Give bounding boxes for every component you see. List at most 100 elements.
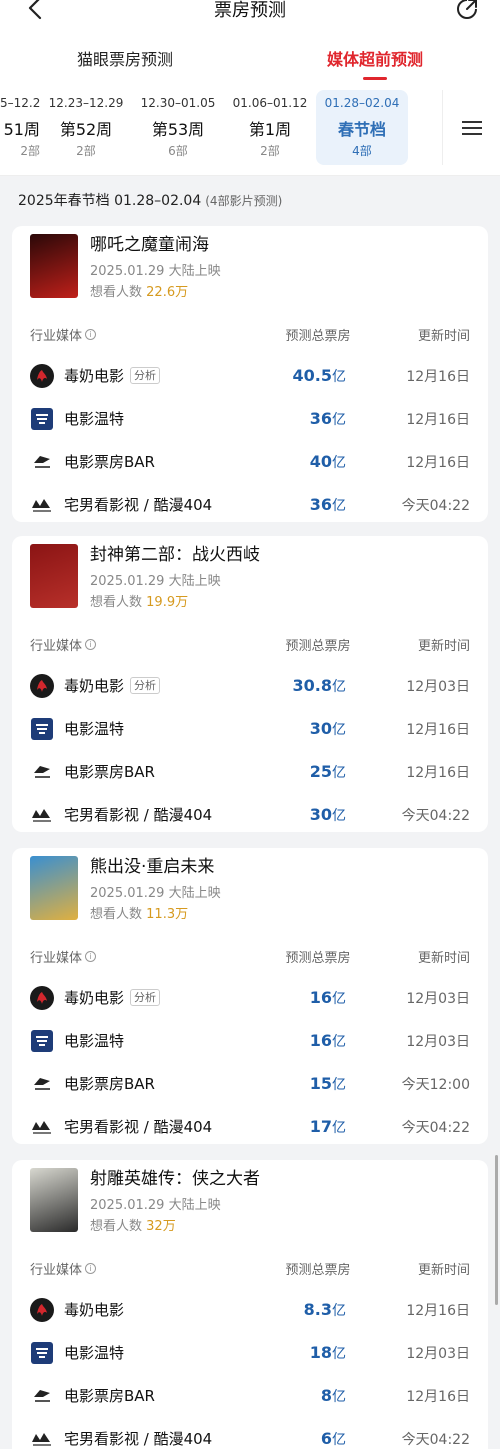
movie-poster[interactable] — [30, 544, 78, 608]
movie-poster[interactable] — [30, 234, 78, 298]
table-row[interactable]: 电影票房BAR 40亿 12月16日 — [30, 440, 470, 483]
movie-title: 熊出没·重启未来 — [90, 857, 215, 877]
info-icon[interactable]: i — [85, 328, 97, 340]
forecast-header: 预测总票房 — [285, 950, 351, 966]
week-tab[interactable]: 12.23–12.29 第52周 2部 — [40, 90, 132, 165]
forecast-number: 6 — [320, 1428, 332, 1448]
forecast-value: 30亿 — [260, 719, 370, 739]
source-header: 行业媒体 i — [30, 325, 260, 344]
media-source: 电影票房BAR — [30, 760, 260, 784]
table-row[interactable]: 毒奶电影 分析 30.8亿 12月03日 — [30, 664, 470, 707]
tab-media-forecast[interactable]: 媒体超前预测 — [250, 36, 500, 84]
forecast-unit: 亿 — [332, 1431, 346, 1448]
table-row[interactable]: 电影票房BAR 8亿 12月16日 — [30, 1374, 470, 1417]
media-source: 电影温特 — [30, 1029, 260, 1053]
movie-poster[interactable] — [30, 1168, 78, 1232]
table-row[interactable]: 宅男看影视 / 酷漫404 30亿 今天04:22 — [30, 793, 470, 836]
table-row[interactable]: 电影温特 36亿 12月16日 — [30, 397, 470, 440]
update-time: 今天04:22 — [401, 1431, 470, 1448]
section-header: 2025年春节档 01.28–02.04 (4部影片预测) — [0, 176, 500, 216]
forecast-number: 36 — [309, 408, 332, 428]
week-range: 12.23–12.29 — [48, 96, 124, 110]
forecast-value: 30.8亿 — [260, 676, 370, 696]
red-media-logo-icon — [30, 1297, 54, 1322]
info-icon[interactable]: i — [85, 1262, 97, 1274]
table-row[interactable]: 电影票房BAR 25亿 12月16日 — [30, 750, 470, 793]
scrollbar[interactable] — [495, 1155, 498, 1305]
forecast-value: 8.3亿 — [260, 1300, 370, 1320]
media-source: 宅男看影视 / 酷漫404 — [30, 803, 260, 827]
movie-info[interactable]: 封神第二部：战火西岐 2025.01.29 大陆上映 想看人数 19.9万 — [30, 544, 470, 614]
media-name: 宅男看影视 / 酷漫404 — [64, 1430, 213, 1448]
movie-title: 射雕英雄传：侠之大者 — [90, 1169, 260, 1189]
table-row[interactable]: 电影温特 16亿 12月03日 — [30, 1019, 470, 1062]
want-to-see: 想看人数 19.9万 — [90, 591, 260, 610]
table-row[interactable]: 毒奶电影 8.3亿 12月16日 — [30, 1288, 470, 1331]
table-row[interactable]: 毒奶电影 分析 16亿 12月03日 — [30, 976, 470, 1019]
week-count: 6部 — [168, 144, 188, 158]
analysis-tag[interactable]: 分析 — [130, 989, 161, 1006]
week-tab[interactable]: 01.06–01.12 第1周 2部 — [224, 90, 316, 165]
forecast-value: 18亿 — [260, 1343, 370, 1363]
tab-maoyan-forecast[interactable]: 猫眼票房预测 — [0, 36, 250, 84]
analysis-tag[interactable]: 分析 — [130, 367, 161, 384]
movie-info[interactable]: 哪吒之魔童闹海 2025.01.29 大陆上映 想看人数 22.6万 — [30, 234, 470, 304]
red-media-logo-icon — [30, 673, 54, 698]
week-tab[interactable]: 01.28–02.04 春节档 4部 — [316, 90, 408, 165]
source-header: 行业媒体 i — [30, 1259, 260, 1278]
want-count: 19.9万 — [146, 595, 189, 610]
table-row[interactable]: 电影票房BAR 15亿 今天12:00 — [30, 1062, 470, 1105]
table-row[interactable]: 电影温特 30亿 12月16日 — [30, 707, 470, 750]
media-name: 电影温特 — [64, 410, 125, 428]
menu-button[interactable] — [442, 90, 500, 165]
update-time: 今天04:22 — [401, 497, 470, 514]
media-name: 宅男看影视 / 酷漫404 — [64, 1118, 213, 1136]
zhai-media-logo-icon — [30, 1115, 54, 1139]
week-selector: 5–12.22 51周 2部 12.23–12.29 第52周 2部 12.30–01.05… — [0, 84, 500, 176]
forecast-unit: 亿 — [332, 721, 346, 738]
movie-card: 射雕英雄传：侠之大者 2025.01.29 大陆上映 想看人数 32万 行业媒体 i 预测… — [12, 1160, 488, 1449]
update-time: 12月16日 — [406, 1302, 470, 1319]
week-tab[interactable]: 12.30–01.05 第53周 6部 — [132, 90, 224, 165]
forecast-number: 36 — [309, 494, 332, 514]
forecast-number: 25 — [309, 761, 332, 781]
week-tab[interactable]: 5–12.22 51周 2部 — [0, 90, 40, 165]
source-header-label: 行业媒体 — [30, 328, 83, 344]
media-source: 宅男看影视 / 酷漫404 — [30, 1115, 260, 1139]
source-header-label: 行业媒体 — [30, 950, 83, 966]
update-time: 12月03日 — [406, 1345, 470, 1362]
forecast-unit: 亿 — [332, 497, 346, 514]
forecast-unit: 亿 — [332, 1388, 346, 1405]
forecast-number: 17 — [309, 1116, 332, 1136]
media-source: 电影票房BAR — [30, 1384, 260, 1408]
movie-poster[interactable] — [30, 856, 78, 920]
forecast-number: 40.5 — [292, 365, 332, 385]
forecast-number: 40 — [309, 451, 332, 471]
want-label: 想看人数 — [90, 907, 143, 922]
forecast-number: 30 — [309, 804, 332, 824]
week-count: 2部 — [20, 144, 40, 158]
share-icon[interactable] — [454, 0, 480, 22]
table-row[interactable]: 毒奶电影 分析 40.5亿 12月16日 — [30, 354, 470, 397]
info-icon[interactable]: i — [85, 950, 97, 962]
media-name: 电影温特 — [64, 1032, 125, 1050]
media-source: 电影温特 — [30, 717, 260, 741]
movie-info[interactable]: 熊出没·重启未来 2025.01.29 大陆上映 想看人数 11.3万 — [30, 856, 470, 926]
forecast-number: 8.3 — [303, 1299, 332, 1319]
week-name: 春节档 — [337, 120, 386, 139]
movie-card: 封神第二部：战火西岐 2025.01.29 大陆上映 想看人数 19.9万 行业媒体 i… — [12, 536, 488, 832]
info-icon[interactable]: i — [85, 638, 97, 650]
media-name: 毒奶电影 — [64, 677, 125, 695]
movie-title: 哪吒之魔童闹海 — [90, 235, 209, 255]
table-row[interactable]: 宅男看影视 / 酷漫404 17亿 今天04:22 — [30, 1105, 470, 1148]
table-row[interactable]: 宅男看影视 / 酷漫404 6亿 今天04:22 — [30, 1417, 470, 1449]
want-count: 11.3万 — [146, 907, 189, 922]
section-subtitle: (4部影片预测) — [205, 194, 283, 208]
table-row[interactable]: 电影温特 18亿 12月03日 — [30, 1331, 470, 1374]
want-to-see: 想看人数 22.6万 — [90, 281, 221, 300]
analysis-tag[interactable]: 分析 — [130, 677, 161, 694]
app-header: 票房预测 猫眼票房预测 媒体超前预测 5–12.2251周2部12.23–12.… — [0, 0, 500, 176]
movie-info[interactable]: 射雕英雄传：侠之大者 2025.01.29 大陆上映 想看人数 32万 — [30, 1168, 470, 1238]
want-label: 想看人数 — [90, 1219, 143, 1234]
table-row[interactable]: 宅男看影视 / 酷漫404 36亿 今天04:22 — [30, 483, 470, 526]
